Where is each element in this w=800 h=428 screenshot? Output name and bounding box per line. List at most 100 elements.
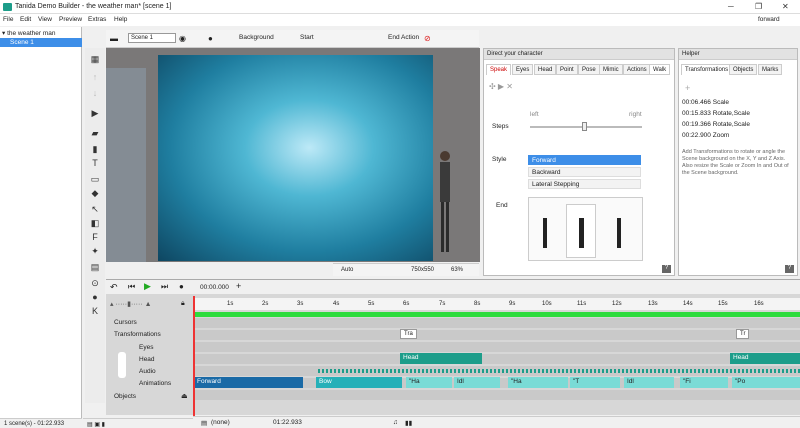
tab-marks[interactable]: Marks [758, 64, 783, 75]
stage-mode[interactable]: Auto [341, 267, 353, 273]
play-icon[interactable]: ▶ [144, 281, 151, 292]
transform-row[interactable]: 00:22.900 Zoom [682, 132, 729, 139]
filmstrip-icon[interactable]: ▤ [89, 262, 101, 272]
audio-waveform[interactable] [318, 369, 800, 373]
style-option-backward[interactable]: Backward [528, 167, 641, 177]
key-icon[interactable]: K [89, 306, 101, 316]
drop-icon[interactable]: ● [89, 292, 101, 302]
menu-extras[interactable]: Extras [88, 16, 106, 23]
maximize-icon[interactable]: ❐ [755, 2, 762, 11]
video-icon[interactable]: ▶ [89, 108, 101, 118]
puzzle-icon[interactable]: ✦ [89, 246, 101, 256]
anim-clip[interactable]: "Fi [680, 377, 728, 388]
next-icon[interactable]: ⏭ [161, 282, 168, 292]
monitor-icon[interactable]: ▬ [110, 34, 118, 43]
pause-icon[interactable]: ▮▮ [405, 419, 412, 427]
record-icon[interactable]: ⊘ [424, 34, 431, 43]
scene-background-canvas[interactable] [158, 55, 433, 261]
tab-speak[interactable]: Speak [486, 64, 512, 75]
tab-actions[interactable]: Actions [623, 64, 651, 75]
speech-icon[interactable]: ▰ [89, 128, 101, 138]
track-objects[interactable] [193, 390, 800, 400]
up-arrow-icon[interactable]: ↑ [89, 72, 101, 82]
time-ruler[interactable]: 1s 2s 3s 4s 5s 6s 7s 8s 9s 10s 11s 12s 1… [193, 298, 800, 310]
lock-icon[interactable]: 🔒︎ [181, 300, 185, 308]
tab-eyes[interactable]: Eyes [512, 64, 534, 75]
undo-icon[interactable]: ↶ [110, 282, 118, 293]
head-clip[interactable]: Head [400, 353, 482, 364]
tab-walk[interactable]: Walk [649, 64, 671, 75]
shape-icon[interactable]: ◆ [89, 188, 101, 198]
anim-clip[interactable]: "T [570, 377, 620, 388]
stage-zoom[interactable]: 63% [451, 267, 463, 273]
menu-preview[interactable]: Preview [59, 16, 82, 23]
track-eyes[interactable] [193, 342, 800, 352]
add-icon[interactable]: + [236, 281, 241, 291]
track-cursors[interactable] [193, 318, 800, 328]
anim-clip[interactable]: "Ha [406, 377, 452, 388]
playhead[interactable] [193, 296, 195, 416]
anim-clip[interactable]: "Po [732, 377, 800, 388]
image-icon[interactable]: ▭ [89, 174, 101, 184]
anim-clip[interactable]: "Ha [508, 377, 568, 388]
microphone-icon[interactable]: ● [179, 282, 184, 291]
pose-front-figure[interactable] [579, 218, 584, 248]
zoom-icon[interactable]: ⊙ [89, 278, 101, 288]
start-button[interactable]: Start [300, 34, 314, 41]
scene-name-field[interactable]: Scene 1 [128, 33, 176, 43]
background-button[interactable]: Background [239, 34, 274, 41]
transform-marker[interactable]: Tra [400, 329, 417, 339]
anim-clip-bow[interactable]: Bow [316, 377, 402, 388]
head-clip[interactable]: Head [730, 353, 800, 364]
anim-clip[interactable]: Idl [454, 377, 500, 388]
pose-right-figure[interactable] [617, 218, 621, 248]
pose-left-figure[interactable] [543, 218, 547, 248]
style-option-lateral[interactable]: Lateral Stepping [528, 179, 641, 189]
grid-icon[interactable]: ▦ [89, 54, 101, 64]
zoom-slider-icon[interactable]: ▴ ·····▮····· ▲ [110, 300, 152, 308]
menu-view[interactable]: View [38, 16, 52, 23]
menu-edit[interactable]: Edit [20, 16, 31, 23]
end-action-button[interactable]: End Action [388, 34, 419, 41]
tab-mimic[interactable]: Mimic [599, 64, 623, 75]
flash-icon[interactable]: F [89, 232, 101, 242]
minimize-icon[interactable]: ─ [728, 2, 734, 11]
track-head[interactable] [193, 354, 800, 364]
transform-row[interactable]: 00:15.833 Rotate,Scale [682, 110, 750, 117]
headphones-icon[interactable]: ♫ [393, 419, 398, 426]
cursor-icon[interactable]: ↖ [89, 204, 101, 214]
button-icon[interactable]: ◧ [89, 218, 101, 228]
tab-head[interactable]: Head [534, 64, 557, 75]
anim-clip-forward[interactable]: Forward [194, 377, 303, 388]
eye-icon[interactable]: ◉ [179, 34, 186, 43]
bottom-icons[interactable]: ▤ ▣ ▮ [83, 418, 193, 428]
steps-slider-thumb[interactable] [582, 122, 587, 131]
track-transformations[interactable] [193, 330, 800, 340]
weatherman-character[interactable] [438, 150, 452, 260]
down-arrow-icon[interactable]: ↓ [89, 88, 101, 98]
upload-icon[interactable]: ⏏ [181, 392, 188, 400]
close-icon[interactable]: ✕ [782, 2, 789, 11]
tab-pose[interactable]: Pose [578, 64, 600, 75]
transform-marker[interactable]: Tr [736, 329, 750, 339]
menu-file[interactable]: File [3, 16, 13, 23]
helper-help-icon[interactable]: ? [785, 265, 794, 273]
tree-scene-item[interactable]: Scene 1 [0, 38, 82, 47]
tab-point[interactable]: Point [556, 64, 578, 75]
tree-root[interactable]: ▾ the weather man [2, 29, 56, 37]
rewind-icon[interactable]: ⏮ [128, 282, 135, 292]
add-transform-icon[interactable]: + [685, 83, 690, 93]
document-icon[interactable]: ▮ [89, 144, 101, 154]
menu-help[interactable]: Help [114, 16, 127, 23]
character-icon[interactable]: ● [208, 34, 213, 43]
anim-clip[interactable]: Idl [624, 377, 674, 388]
transform-row[interactable]: 00:19.366 Rotate,Scale [682, 121, 750, 128]
tab-transformations[interactable]: Transformations [681, 64, 733, 75]
list-icon[interactable]: ▤ [201, 419, 207, 427]
end-pose-picker[interactable] [528, 197, 643, 261]
transform-row[interactable]: 00:06.466 Scale [682, 99, 729, 106]
tab-objects[interactable]: Objects [729, 64, 758, 75]
help-icon[interactable]: ? [662, 265, 671, 273]
style-option-forward[interactable]: Forward [528, 155, 641, 165]
text-icon[interactable]: T [89, 158, 101, 168]
